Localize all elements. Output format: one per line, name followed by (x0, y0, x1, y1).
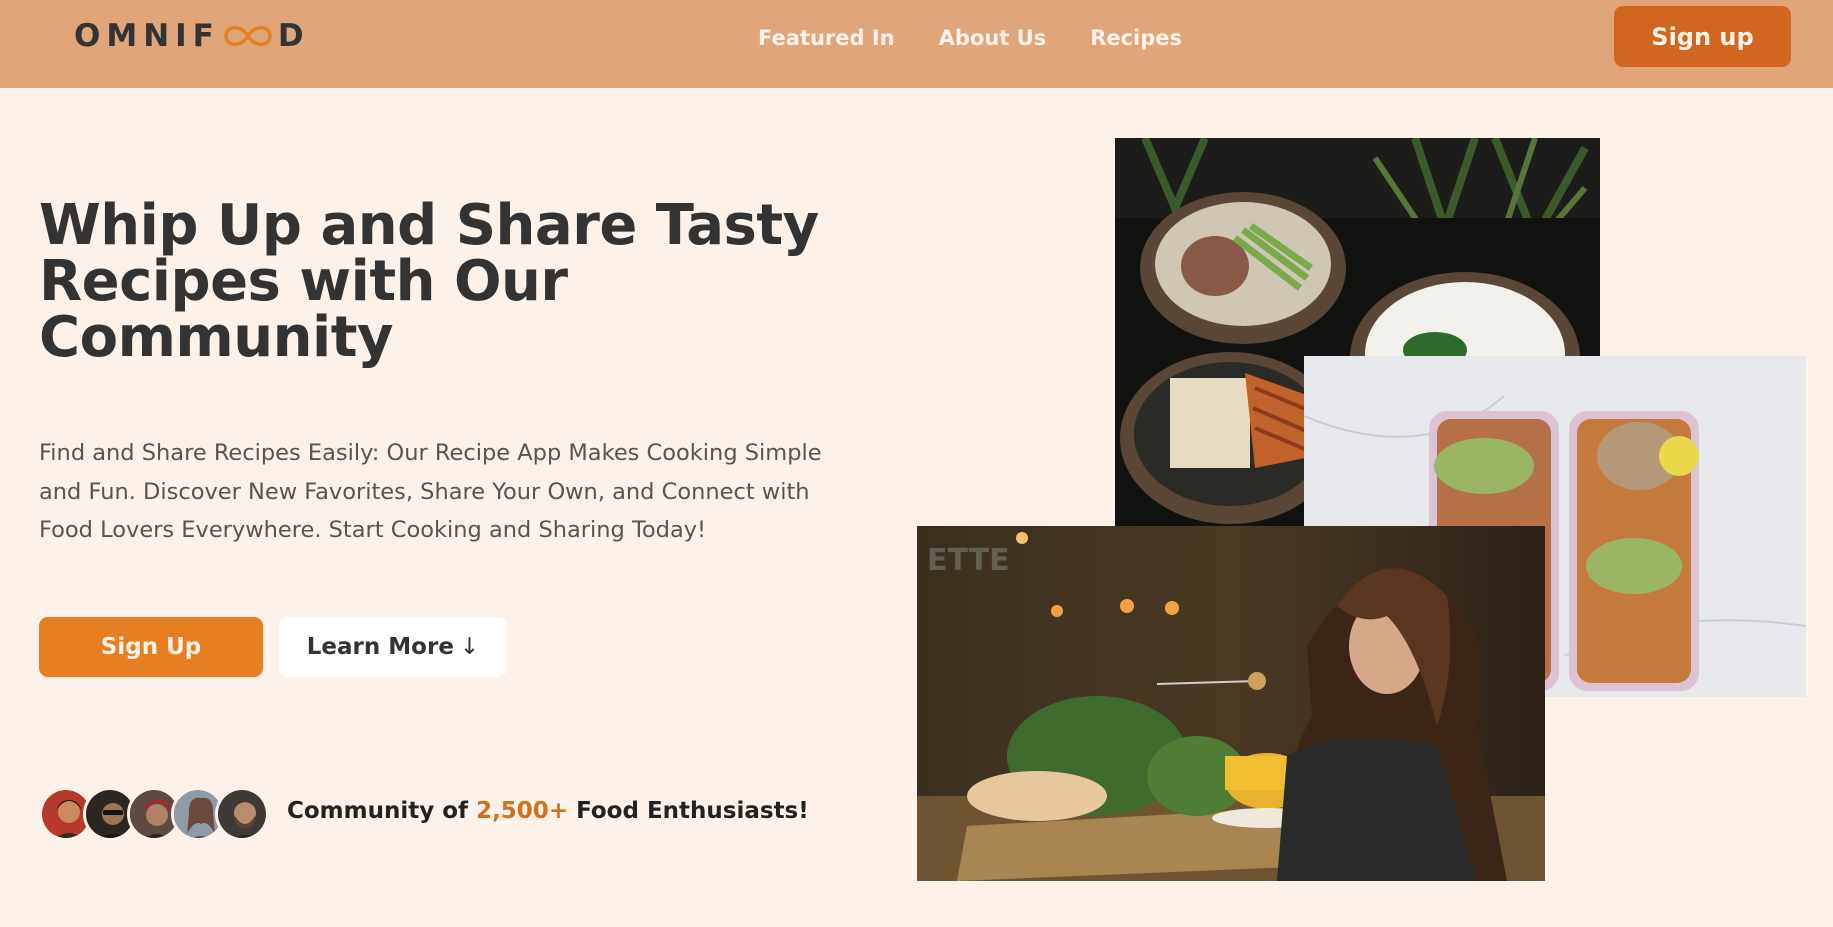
hero-title: Whip Up and Share Tasty Recipes with Our… (39, 193, 819, 370)
community-suffix: Food Enthusiasts! (568, 798, 809, 824)
woman-dining-photo: ETTE (917, 526, 1545, 881)
site-header: OMNIF D Featured In About Us Recipes Sig… (0, 0, 1833, 88)
logo-text-end: D (277, 18, 310, 54)
community-prefix: Community of (287, 798, 477, 824)
nav-recipes[interactable]: Recipes (1090, 24, 1182, 52)
community-text: Community of 2,500+ Food Enthusiasts! (287, 798, 809, 824)
learn-more-button[interactable]: Learn More ↓ (279, 617, 507, 677)
hero-description: Find and Share Recipes Easily: Our Recip… (39, 440, 822, 543)
logo-text-start: OMNIF (74, 18, 220, 54)
logo[interactable]: OMNIF D (74, 18, 310, 54)
nav-featured-in[interactable]: Featured In (758, 24, 895, 52)
svg-text:ETTE: ETTE (927, 543, 1010, 578)
community-avatars (39, 787, 271, 841)
learn-more-label: Learn More (306, 634, 454, 660)
header-signup-button[interactable]: Sign up (1614, 6, 1791, 67)
community-count: 2,500+ (476, 798, 569, 824)
avatar (215, 787, 269, 841)
nav-about-us[interactable]: About Us (939, 24, 1047, 52)
infinity-loop-icon (224, 26, 272, 46)
main-nav: Featured In About Us Recipes (758, 24, 1182, 52)
arrow-down-icon: ↓ (459, 634, 480, 660)
signup-button[interactable]: Sign Up (39, 617, 263, 677)
